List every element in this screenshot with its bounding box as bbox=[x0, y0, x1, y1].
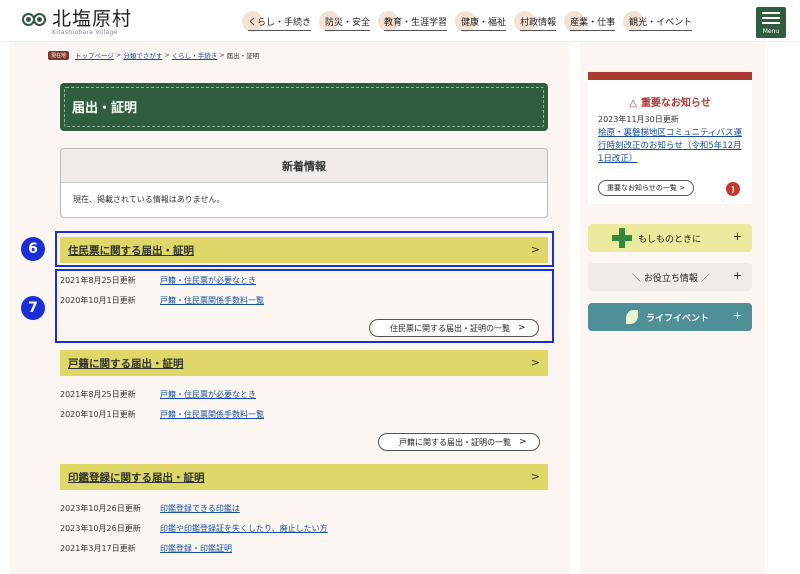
article-link[interactable]: 印鑑登録できる印鑑は bbox=[160, 503, 240, 514]
news-heading: 新着情報 bbox=[61, 149, 547, 183]
plus-icon: + bbox=[732, 309, 742, 322]
update-date: 2021年8月25日更新 bbox=[60, 390, 136, 399]
important-list-button[interactable]: 重要なお知らせの一覧 > bbox=[598, 180, 694, 196]
article-link[interactable]: 戸籍・住民票が必要なとき bbox=[160, 389, 256, 400]
logo-title: 北塩原村 bbox=[52, 8, 133, 30]
important-notice-box: △ 重要なお知らせ 2023年11月30日更新 桧原・裏磐梯地区コミュニティバス運… bbox=[588, 72, 752, 204]
important-notice-link[interactable]: 桧原・裏磐梯地区コミュニティバス運行時刻改正のお知らせ（令和5年12月1日改正） bbox=[598, 127, 746, 166]
update-date: 2020年10月1日更新 bbox=[60, 410, 136, 419]
section-title: 戸籍に関する届出・証明 bbox=[68, 357, 184, 370]
nav-health[interactable]: 健康・福祉 bbox=[455, 11, 507, 32]
menu-label: Menu bbox=[762, 28, 780, 35]
nav-education[interactable]: 教育・生涯学習 bbox=[378, 11, 448, 32]
nav-living[interactable]: くらし・手続き bbox=[241, 11, 312, 32]
news-box: 新着情報 現在、掲載されている情報はありません。 bbox=[60, 148, 548, 218]
site-header: 北塩原村 Kitashiobara Village くらし・手続き 防災・安全 … bbox=[0, 0, 800, 42]
breadcrumb: 現在地 トップページ > 分類でさがす > くらし・手続き > 届出・証明 bbox=[48, 50, 259, 60]
update-date: 2023年10月26日更新 bbox=[60, 524, 141, 533]
hamburger-icon bbox=[762, 12, 780, 14]
update-date: 2021年3月17日更新 bbox=[60, 544, 136, 553]
nav-safety[interactable]: 防災・安全 bbox=[319, 11, 371, 32]
life-event-label: ライフイベント bbox=[646, 314, 710, 324]
chevron-right-icon: > bbox=[519, 437, 527, 447]
medical-cross-icon bbox=[612, 228, 632, 248]
emergency-button[interactable]: もしものときに + bbox=[588, 224, 752, 252]
nav-tourism[interactable]: 観光・イベント bbox=[623, 11, 693, 32]
important-notice-title: △ 重要なお知らせ bbox=[629, 98, 711, 109]
breadcrumb-home[interactable]: トップページ bbox=[75, 50, 114, 60]
emergency-label: もしものときに bbox=[638, 235, 702, 245]
update-date: 2023年10月26日更新 bbox=[60, 504, 141, 513]
highlight-box-6 bbox=[55, 231, 554, 267]
list-item: 2020年10月1日更新 戸籍・住民票関係手数料一覧 bbox=[60, 409, 264, 420]
nav-village-admin[interactable]: 村政情報 bbox=[514, 11, 557, 32]
breadcrumb-badge: 現在地 bbox=[48, 50, 70, 60]
page-title: 届出・証明 bbox=[72, 101, 138, 116]
list-item: 2023年10月26日更新 印鑑登録できる印鑑は bbox=[60, 503, 240, 514]
chevron-right-icon: > bbox=[530, 356, 540, 369]
breadcrumb-living[interactable]: くらし・手続き bbox=[172, 50, 218, 60]
nav-industry[interactable]: 産業・仕事 bbox=[564, 11, 616, 32]
important-notice-date: 2023年11月30日更新 bbox=[598, 115, 679, 124]
useful-info-label: ＼ お役立ち情報 ／ bbox=[632, 274, 710, 284]
list-item: 2023年10月26日更新 印鑑や印鑑登録証を失くしたり、廃止したい方 bbox=[60, 523, 328, 534]
rss-icon[interactable]: ) bbox=[726, 182, 740, 196]
plus-icon: + bbox=[732, 269, 742, 282]
annotation-badge-6: 6 bbox=[21, 237, 45, 261]
chevron-right-icon: > bbox=[530, 470, 540, 483]
article-link[interactable]: 印鑑や印鑑登録証を失くしたり、廃止したい方 bbox=[160, 523, 328, 534]
plus-icon: + bbox=[732, 230, 742, 243]
list-item: 2021年3月17日更新 印鑑登録・印鑑証明 bbox=[60, 543, 232, 554]
logo-subtitle: Kitashiobara Village bbox=[52, 29, 118, 36]
list-item: 2021年8月25日更新 戸籍・住民票が必要なとき bbox=[60, 389, 256, 400]
warning-icon: △ bbox=[629, 98, 637, 109]
family-register-list-button[interactable]: 戸籍に関する届出・証明の一覧 > bbox=[378, 433, 540, 451]
news-body: 現在、掲載されている情報はありません。 bbox=[73, 195, 225, 204]
village-emblem-icon bbox=[22, 10, 48, 32]
article-link[interactable]: 印鑑登録・印鑑証明 bbox=[160, 543, 232, 554]
annotation-badge-7: 7 bbox=[21, 296, 45, 320]
menu-button[interactable]: Menu bbox=[756, 7, 786, 38]
highlight-box-7 bbox=[55, 269, 554, 343]
breadcrumb-category[interactable]: 分類でさがす bbox=[123, 50, 162, 60]
breadcrumb-current: 届出・証明 bbox=[226, 52, 260, 60]
page-title-box: 届出・証明 bbox=[60, 83, 548, 131]
global-nav: くらし・手続き 防災・安全 教育・生涯学習 健康・福祉 村政情報 産業・仕事 観… bbox=[241, 11, 706, 32]
article-link[interactable]: 戸籍・住民票関係手数料一覧 bbox=[160, 409, 264, 420]
section-header-family-register[interactable]: 戸籍に関する届出・証明 > bbox=[60, 350, 548, 376]
section-header-seal-registration[interactable]: 印鑑登録に関する届出・証明 > bbox=[60, 464, 548, 490]
site-logo[interactable]: 北塩原村 Kitashiobara Village bbox=[22, 9, 132, 37]
leaf-icon bbox=[626, 310, 638, 324]
section-title: 印鑑登録に関する届出・証明 bbox=[68, 471, 205, 484]
useful-info-button[interactable]: ＼ お役立ち情報 ／ + bbox=[588, 263, 752, 291]
life-event-button[interactable]: ライフイベント + bbox=[588, 303, 752, 331]
